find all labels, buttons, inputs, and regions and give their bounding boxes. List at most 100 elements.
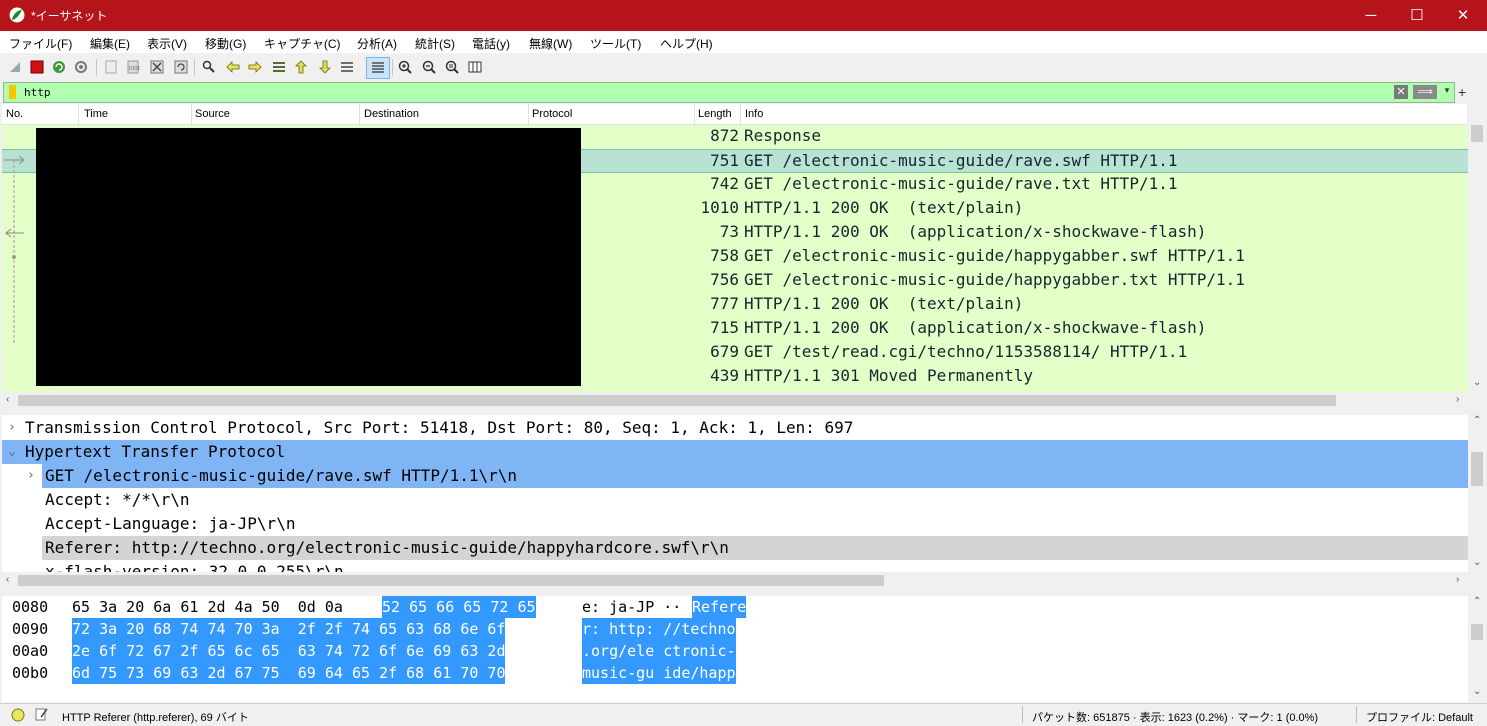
go-to-packet-icon[interactable] <box>270 58 288 76</box>
tree-item-request-line[interactable]: › GET /electronic-music-guide/rave.swf HT… <box>2 464 1468 488</box>
hex-bytes-highlighted[interactable]: 52 65 66 65 72 65 <box>382 596 536 618</box>
byte-offset: 00a0 <box>12 642 49 660</box>
tree-item-label: Transmission Control Protocol, Src Port:… <box>25 418 854 437</box>
tree-item-label: Accept-Language: ja-JP\r\n <box>45 514 296 533</box>
menu-capture[interactable]: キャプチャ(C) <box>264 35 341 52</box>
details-hscroll[interactable]: ‹ › <box>2 572 1468 589</box>
title-bar: *イーサネット ─ ☐ ✕ <box>0 0 1487 31</box>
column-no[interactable]: No. <box>6 108 23 120</box>
tree-item-http[interactable]: ⌄ Hypertext Transfer Protocol <box>2 440 1468 464</box>
pane-splitter[interactable] <box>0 410 1487 414</box>
related-packet-indicator-icon <box>4 155 25 343</box>
expert-info-icon[interactable] <box>11 708 25 722</box>
packet-list-hscroll[interactable]: ‹ › <box>2 392 1468 409</box>
packet-info: GET /electronic-music-guide/rave.txt HTT… <box>744 174 1178 193</box>
menu-wireless[interactable]: 無線(W) <box>529 35 572 52</box>
first-packet-icon[interactable] <box>292 58 310 76</box>
close-file-icon[interactable] <box>148 58 166 76</box>
capture-options-icon[interactable] <box>72 58 90 76</box>
column-info[interactable]: Info <box>745 108 763 120</box>
column-time[interactable]: Time <box>84 108 108 120</box>
column-protocol[interactable]: Protocol <box>532 108 572 120</box>
menu-telephony[interactable]: 電話(y) <box>472 35 510 52</box>
go-forward-icon[interactable] <box>246 58 264 76</box>
packet-details: › Transmission Control Protocol, Src Port… <box>2 415 1468 573</box>
tree-item-accept-language[interactable]: Accept-Language: ja-JP\r\n <box>2 512 1468 536</box>
hex-bytes[interactable]: 65 3a 20 6a 61 2d 4a 50 0d 0a <box>72 596 352 618</box>
packet-list-vscroll[interactable]: ⌃ ⌄ <box>1469 125 1486 393</box>
bytes-vscroll[interactable]: ⌃ ⌄ <box>1469 596 1486 702</box>
capture-comment-icon[interactable] <box>34 707 48 721</box>
packet-length: 439 <box>710 366 739 385</box>
open-file-icon[interactable] <box>102 58 120 76</box>
autoscroll-icon[interactable] <box>338 58 356 76</box>
packet-length: 756 <box>710 270 739 289</box>
packet-info: HTTP/1.1 200 OK (application/x-shockwave… <box>744 318 1207 337</box>
details-vscroll[interactable]: ⌃ ⌄ <box>1469 415 1486 573</box>
ascii-bytes-highlighted[interactable]: music-gu ide/happ <box>582 662 736 684</box>
menu-analyze[interactable]: 分析(A) <box>357 35 397 52</box>
resize-columns-icon[interactable] <box>466 58 484 76</box>
last-packet-icon[interactable] <box>316 58 334 76</box>
start-capture-icon[interactable] <box>6 58 24 76</box>
packet-length: 73 <box>719 222 739 241</box>
colorize-icon[interactable] <box>366 57 390 79</box>
menu-help[interactable]: ヘルプ(H) <box>660 35 713 52</box>
status-bar: HTTP Referer (http.referer), 69 バイト パケット… <box>0 703 1487 726</box>
expand-icon[interactable]: › <box>27 468 35 483</box>
column-destination[interactable]: Destination <box>364 108 419 120</box>
ascii-bytes-highlighted[interactable]: r: http: //techno <box>582 618 736 640</box>
menu-bar: ファイル(F) 編集(E) 表示(V) 移動(G) キャプチャ(C) 分析(A)… <box>0 31 1487 53</box>
column-length[interactable]: Length <box>698 108 732 120</box>
go-back-icon[interactable] <box>224 58 242 76</box>
status-profile[interactable]: プロファイル: Default <box>1366 709 1473 725</box>
menu-tools[interactable]: ツール(T) <box>590 35 641 52</box>
menu-edit[interactable]: 編集(E) <box>90 35 130 52</box>
stop-capture-icon[interactable] <box>28 58 46 76</box>
tree-item-label: Hypertext Transfer Protocol <box>25 442 286 461</box>
hex-bytes-highlighted[interactable]: 6d 75 73 69 63 2d 67 75 69 64 65 2f 68 6… <box>72 662 506 684</box>
svg-text:0101: 0101 <box>129 66 140 72</box>
display-filter-input[interactable]: http <box>24 86 51 99</box>
packet-bytes: 0080 65 3a 20 6a 61 2d 4a 50 0d 0a 52 65… <box>2 596 1468 702</box>
tree-item-referer[interactable]: Referer: http://techno.org/electronic-mu… <box>2 536 1468 560</box>
save-file-icon[interactable]: 0101 <box>124 58 142 76</box>
packet-info: HTTP/1.1 301 Moved Permanently <box>744 366 1033 385</box>
packet-length: 742 <box>710 174 739 193</box>
close-button[interactable]: ✕ <box>1440 0 1486 31</box>
filter-dropdown-icon[interactable]: ▾ <box>1442 85 1452 99</box>
apply-filter-icon[interactable]: ⟹ <box>1413 85 1437 99</box>
menu-view[interactable]: 表示(V) <box>147 35 187 52</box>
hex-bytes-highlighted[interactable]: 72 3a 20 68 74 74 70 3a 2f 2f 74 65 63 6… <box>72 618 506 640</box>
maximize-button[interactable]: ☐ <box>1394 0 1440 31</box>
column-source[interactable]: Source <box>195 108 230 120</box>
hex-bytes-highlighted[interactable]: 2e 6f 72 67 2f 65 6c 65 63 74 72 6f 6e 6… <box>72 640 506 662</box>
pane-splitter[interactable] <box>0 590 1487 594</box>
tree-item-tcp[interactable]: › Transmission Control Protocol, Src Port… <box>2 416 1468 440</box>
menu-statistics[interactable]: 統計(S) <box>415 35 455 52</box>
bookmark-icon[interactable] <box>9 85 16 99</box>
tree-item-accept[interactable]: Accept: */*\r\n <box>2 488 1468 512</box>
reload-file-icon[interactable] <box>172 58 190 76</box>
packet-length: 751 <box>710 151 739 170</box>
zoom-out-icon[interactable] <box>420 58 438 76</box>
add-filter-button[interactable]: + <box>1458 84 1466 100</box>
ascii-bytes[interactable]: e: ja-JP ·· <box>582 596 681 618</box>
menu-go[interactable]: 移動(G) <box>205 35 246 52</box>
restart-capture-icon[interactable] <box>50 58 68 76</box>
tree-item-label: Accept: */*\r\n <box>45 490 190 509</box>
packet-info: HTTP/1.1 200 OK (application/x-shockwave… <box>744 222 1207 241</box>
wireshark-fin-icon <box>9 7 25 23</box>
find-packet-icon[interactable] <box>200 58 218 76</box>
ascii-bytes-highlighted[interactable]: .org/ele ctronic- <box>582 640 736 662</box>
expand-icon[interactable]: › <box>8 420 16 435</box>
packet-length: 1010 <box>700 198 739 217</box>
clear-filter-icon[interactable]: ✕ <box>1394 85 1408 99</box>
normal-size-icon[interactable] <box>443 58 461 76</box>
collapse-icon[interactable]: ⌄ <box>8 444 16 459</box>
zoom-in-icon[interactable] <box>396 58 414 76</box>
minimize-button[interactable]: ─ <box>1348 0 1394 31</box>
menu-file[interactable]: ファイル(F) <box>9 35 72 52</box>
packet-info: GET /electronic-music-guide/happygabber.… <box>744 246 1245 265</box>
ascii-bytes-highlighted[interactable]: Refere <box>692 596 747 618</box>
